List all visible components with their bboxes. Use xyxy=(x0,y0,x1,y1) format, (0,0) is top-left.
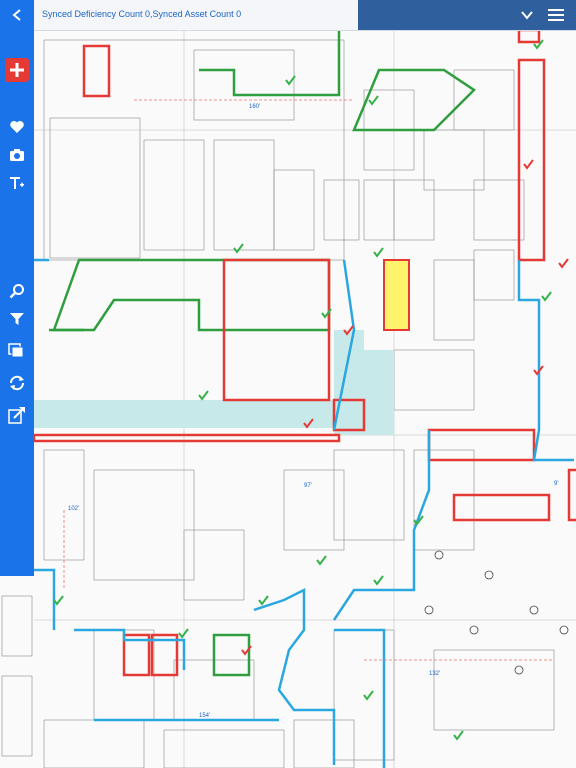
chevron-left-icon xyxy=(12,9,21,21)
dimension-label-102: 102' xyxy=(68,506,79,512)
sync-status-text: Synced Deficiency Count 0,Synced Asset C… xyxy=(42,9,242,19)
filter-button[interactable]: filter xyxy=(2,306,32,332)
filter-icon xyxy=(10,313,24,325)
favorite-button[interactable]: favorite xyxy=(2,114,32,140)
floor-plan-lower-left xyxy=(0,576,34,768)
hamburger-menu-icon[interactable] xyxy=(548,8,564,22)
dimension-label-9: 9' xyxy=(554,481,558,487)
layers-button[interactable]: layers xyxy=(2,338,32,364)
menu-header xyxy=(358,0,576,30)
add-button[interactable]: add xyxy=(5,58,29,82)
sync-icon xyxy=(9,375,25,391)
camera-icon xyxy=(10,149,24,161)
search-button[interactable]: search xyxy=(2,278,32,304)
camera-button[interactable]: camera xyxy=(2,142,32,168)
dimension-label-160: 160' xyxy=(249,104,260,110)
tool-sidebar: back add favorite camera text xyxy=(0,0,34,576)
dimension-label-154: 154' xyxy=(199,713,210,719)
dimension-label-132: 132' xyxy=(429,671,440,677)
heart-icon xyxy=(10,121,24,133)
add-text-button[interactable]: text xyxy=(2,170,32,196)
search-icon xyxy=(9,284,24,299)
top-bar: Synced Deficiency Count 0,Synced Asset C… xyxy=(34,0,576,31)
floor-plan-canvas[interactable]: 160' 154' 132' 102' 9' 97' xyxy=(34,30,576,768)
sync-button[interactable]: sync xyxy=(2,370,32,396)
layers-icon xyxy=(8,343,24,358)
back-button[interactable]: back xyxy=(2,2,32,28)
floor-plan-drawing: 160' 154' 132' 102' 9' 97' xyxy=(34,30,576,768)
plus-icon xyxy=(10,63,24,77)
share-icon xyxy=(8,407,25,424)
text-tool-icon xyxy=(10,177,24,189)
dimension-label-97: 97' xyxy=(304,483,312,489)
chevron-down-icon[interactable] xyxy=(520,8,534,22)
share-button[interactable]: share xyxy=(2,402,32,428)
floor-plan-lower-left-drawing xyxy=(1,595,33,757)
